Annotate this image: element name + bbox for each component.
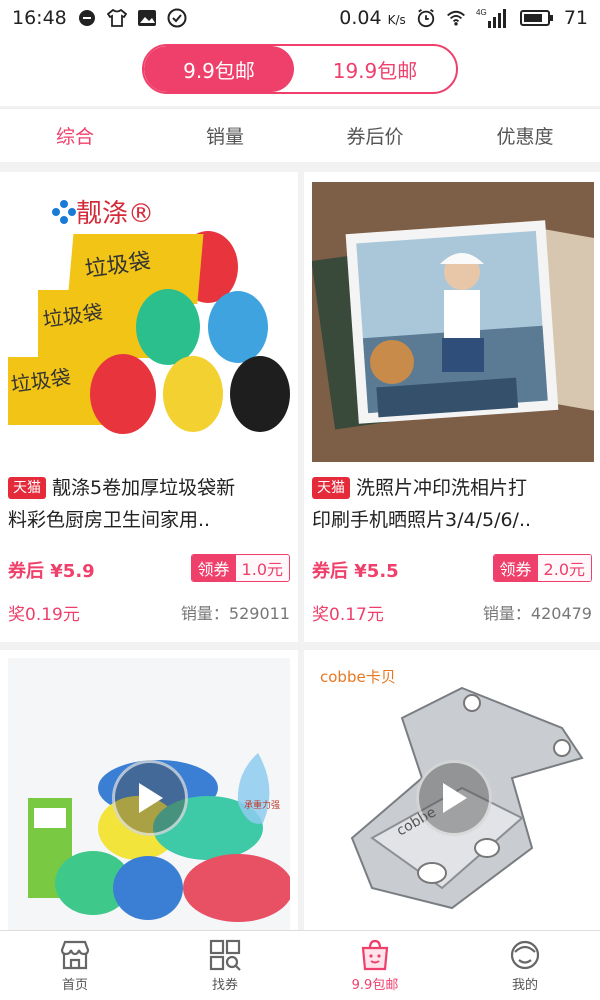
play-icon [443,783,467,813]
toggle-9-9[interactable]: 9.9包邮 [144,46,294,92]
price-toggle: 9.9包邮 19.9包邮 [142,44,458,94]
sort-bar: 综合 销量 券后价 优惠度 [0,108,600,162]
play-video-button[interactable] [112,760,188,836]
coupon-button[interactable]: 领券 2.0元 [492,554,592,582]
tab-coupon-price[interactable]: 券后价 [300,109,450,162]
svg-text:承重力强: 承重力强 [244,799,280,811]
bottom-nav: 首页 找券 9.9包邮 我的 [0,930,600,1000]
grid-search-icon [209,939,241,971]
coupon-label: 领券 [191,555,236,581]
shirt-icon [106,8,127,28]
nav-label: 我的 [511,978,538,993]
check-icon [167,8,187,28]
reward-amount: 奖0.19元 [8,605,80,625]
product-title[interactable]: 天猫 洗照片冲印洗相片打 [312,474,594,503]
coupon-value: 1.0元 [235,555,289,581]
play-video-button[interactable] [416,760,492,836]
svg-text:4G: 4G [476,8,487,17]
signal-icon: 4G [476,8,510,28]
nav-label: 9.9包邮 [351,978,399,993]
battery-level: 71 [563,7,588,29]
tab-discount[interactable]: 优惠度 [450,109,600,162]
tab-comprehensive[interactable]: 综合 [0,109,150,162]
product-card[interactable]: 承重力强 [0,650,298,930]
network-speed: 0.04 K/s [339,7,406,29]
product-title[interactable]: 天猫 靓涤5卷加厚垃圾袋新 [8,474,290,503]
battery-icon [519,8,554,28]
product-image[interactable]: 靓涤® 垃圾袋 垃圾袋 垃圾袋 [8,182,290,462]
profile-icon [510,940,540,970]
coupon-button[interactable]: 领券 1.0元 [190,554,290,582]
reward-amount: 奖0.17元 [312,605,384,625]
brand-logo: cobbe卡贝 [320,668,396,686]
coupon-value: 2.0元 [537,555,591,581]
sales-count: 销量：420479 [482,604,592,623]
nav-label: 首页 [61,978,88,993]
image-icon [137,8,157,28]
product-title-line-2[interactable]: 印刷手机晒照片3/4/5/6/.. [312,506,594,535]
svg-text:靓涤®: 靓涤® [76,199,154,229]
coupon-label: 领券 [493,555,538,581]
sales-count: 销量：529011 [180,604,290,623]
nav-9-9-free-shipping[interactable]: 9.9包邮 [300,931,450,1000]
status-bar: 16:48 0.04 K/s 4G 71 [0,0,600,36]
brand-logo: 靓涤® [52,199,154,229]
status-time: 16:48 [12,7,67,29]
product-title-line-2[interactable]: 料彩色厨房卫生间家用.. [8,506,290,535]
bag-icon [361,939,389,971]
wifi-icon [446,8,466,28]
speed-value: 0.04 [339,7,382,29]
product-card[interactable]: 靓涤® 垃圾袋 垃圾袋 垃圾袋 天猫 靓涤5卷加厚垃圾袋新 料彩色厨房卫生间家用.… [0,172,298,642]
tab-sales[interactable]: 销量 [150,109,300,162]
tmall-badge: 天猫 [312,477,350,499]
nav-label: 找券 [211,978,238,993]
coupon-price: 券后 ¥5.5 [312,561,399,582]
product-card[interactable]: cobbe卡贝 cobbe [304,650,600,930]
play-icon [139,783,163,813]
coupon-price: 券后 ¥5.9 [8,561,95,582]
nav-home[interactable]: 首页 [0,931,150,1000]
product-card[interactable]: 天猫 洗照片冲印洗相片打 印刷手机晒照片3/4/5/6/.. 券后 ¥5.5 领券… [304,172,600,642]
price-toggle-bar: 9.9包邮 19.9包邮 [0,36,600,106]
notification-icon [77,8,97,28]
product-image[interactable] [312,182,594,462]
title-line-1: 洗照片冲印洗相片打 [356,477,528,499]
tmall-badge: 天猫 [8,477,46,499]
store-icon [60,940,90,970]
toggle-19-9[interactable]: 19.9包邮 [294,46,456,92]
alarm-icon [416,8,436,28]
nav-find-coupons[interactable]: 找券 [150,931,300,1000]
speed-unit: K/s [387,13,406,27]
nav-mine[interactable]: 我的 [450,931,600,1000]
title-line-1: 靓涤5卷加厚垃圾袋新 [52,477,236,499]
